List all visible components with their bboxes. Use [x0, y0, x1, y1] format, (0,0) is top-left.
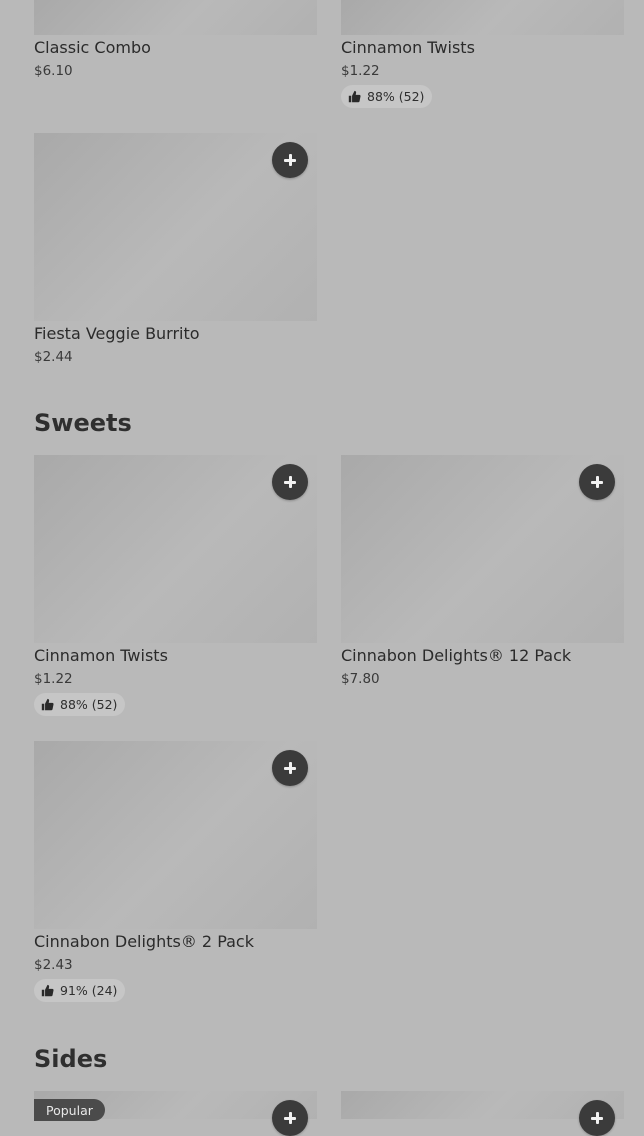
thumbs-up-icon	[41, 698, 54, 711]
add-item-button[interactable]	[579, 464, 615, 500]
item-price: $2.44	[34, 349, 73, 365]
add-item-button[interactable]	[272, 750, 308, 786]
add-item-button[interactable]	[272, 142, 308, 178]
item-name[interactable]: Cinnabon Delights® 2 Pack	[34, 932, 254, 952]
item-price: $6.10	[34, 63, 73, 79]
popular-badge: Popular	[34, 1099, 105, 1121]
item-image[interactable]	[341, 0, 624, 35]
section-heading-sweets: Sweets	[34, 409, 132, 437]
rating-text: 88% (52)	[60, 697, 118, 712]
rating-badge: 88% (52)	[34, 693, 126, 716]
item-name[interactable]: Cinnabon Delights® 12 Pack	[341, 646, 571, 666]
add-item-button[interactable]	[579, 1100, 615, 1136]
plus-icon	[591, 1112, 603, 1124]
section-heading-sides: Sides	[34, 1045, 108, 1073]
plus-icon	[284, 154, 296, 166]
item-name[interactable]: Cinnamon Twists	[341, 38, 475, 58]
item-price: $2.43	[34, 957, 73, 973]
item-price: $7.80	[341, 671, 380, 687]
plus-icon	[284, 476, 296, 488]
rating-badge: 88% (52)	[341, 85, 433, 108]
plus-icon	[591, 476, 603, 488]
thumbs-up-icon	[41, 984, 54, 997]
add-item-button[interactable]	[272, 464, 308, 500]
item-name[interactable]: Classic Combo	[34, 38, 151, 58]
rating-text: 88% (52)	[367, 89, 425, 104]
item-name[interactable]: Cinnamon Twists	[34, 646, 168, 666]
plus-icon	[284, 762, 296, 774]
item-price: $1.22	[34, 671, 73, 687]
rating-text: 91% (24)	[60, 983, 118, 998]
plus-icon	[284, 1112, 296, 1124]
item-image[interactable]	[34, 0, 317, 35]
add-item-button[interactable]	[272, 1100, 308, 1136]
thumbs-up-icon	[348, 90, 361, 103]
item-name[interactable]: Fiesta Veggie Burrito	[34, 324, 200, 344]
rating-badge: 91% (24)	[34, 979, 126, 1002]
item-price: $1.22	[341, 63, 380, 79]
